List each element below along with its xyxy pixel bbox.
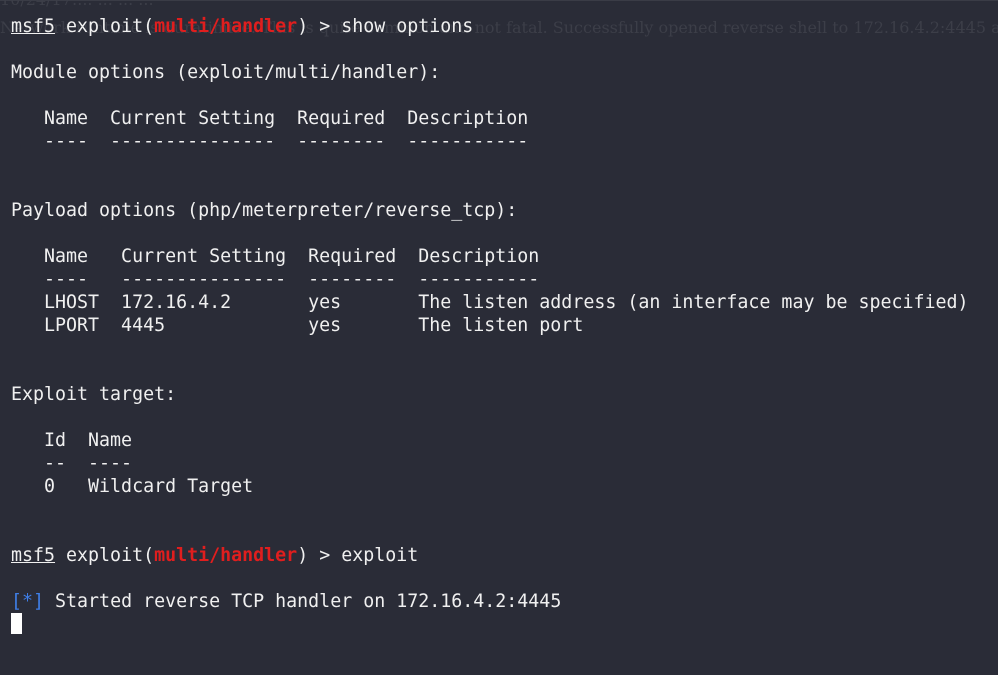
prompt-exploit-prefix: exploit( <box>55 16 155 37</box>
status-marker: [*] <box>11 591 45 612</box>
prompt-module-name: multi/handler <box>154 16 298 37</box>
status-line: [*] Started reverse TCP handler on 172.1… <box>11 590 561 613</box>
exploit-target-heading: Exploit target: <box>11 384 177 405</box>
terminal-window[interactable]: 10/24/17:... ... ... ... Network runtime… <box>0 0 998 675</box>
prompt-line-exploit: msf5 exploit(multi/handler) > exploit <box>11 544 418 567</box>
prompt-module-name: multi/handler <box>154 545 298 566</box>
prompt-line-show-options: msf5 exploit(multi/handler) > show optio… <box>11 15 473 38</box>
prompt-command: ) > show options <box>297 16 474 37</box>
msf-prompt: msf5 <box>11 16 56 37</box>
prompt-exploit-prefix: exploit( <box>55 545 155 566</box>
exploit-target-rule: -- ---- <box>11 453 133 474</box>
payload-option-row-lport: LPORT 4445 yes The listen port <box>11 315 584 336</box>
payload-options-heading: Payload options (php/meterpreter/reverse… <box>11 200 518 221</box>
exploit-target-row: 0 Wildcard Target <box>11 476 254 497</box>
exploit-target-header: Id Name <box>11 430 133 451</box>
payload-options-header: Name Current Setting Required Descriptio… <box>11 246 540 267</box>
text-cursor[interactable] <box>11 613 22 634</box>
module-options-header: Name Current Setting Required Descriptio… <box>11 108 529 129</box>
prompt-command: ) > exploit <box>297 545 419 566</box>
status-text: Started reverse TCP handler on 172.16.4.… <box>44 591 562 612</box>
payload-option-row-lhost: LHOST 172.16.4.2 yes The listen address … <box>11 292 969 313</box>
module-options-rule: ---- --------------- -------- ----------… <box>11 131 529 152</box>
module-options-heading: Module options (exploit/multi/handler): <box>11 62 441 83</box>
payload-options-rule: ---- --------------- -------- ----------… <box>11 269 540 290</box>
ghost-line-1: 10/24/17:... ... ... ... <box>0 0 998 9</box>
msf-prompt: msf5 <box>11 545 56 566</box>
